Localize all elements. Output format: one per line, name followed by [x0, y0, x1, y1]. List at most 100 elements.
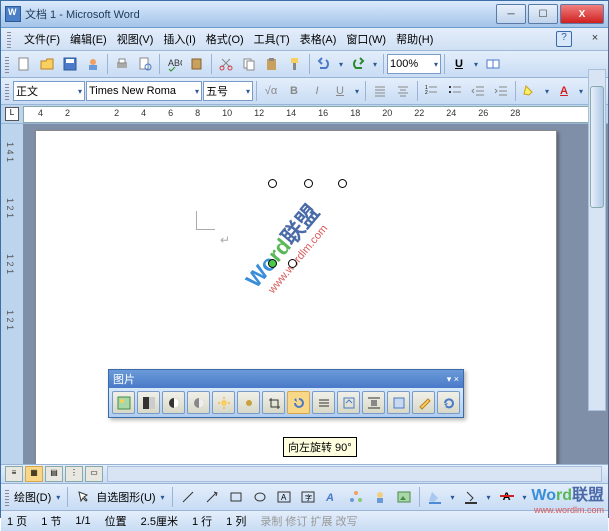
- wordart-button[interactable]: A: [321, 486, 343, 508]
- less-contrast-button[interactable]: [187, 391, 210, 414]
- line-style-button[interactable]: [312, 391, 335, 414]
- minimize-button[interactable]: ─: [496, 4, 526, 24]
- open-button[interactable]: [36, 53, 58, 75]
- grip-icon[interactable]: [7, 30, 11, 48]
- redo-dropdown[interactable]: ▾: [370, 60, 380, 69]
- close-button[interactable]: X: [560, 4, 604, 24]
- save-button[interactable]: [59, 53, 81, 75]
- underline-button[interactable]: U: [329, 80, 351, 102]
- menu-table[interactable]: 表格(A): [300, 31, 337, 47]
- autoshapes-menu[interactable]: 自选图形(U): [96, 489, 155, 505]
- read-mode-button[interactable]: [482, 53, 504, 75]
- bold-button[interactable]: B: [283, 80, 305, 102]
- highlight-button[interactable]: [519, 80, 541, 102]
- less-brightness-button[interactable]: [237, 391, 260, 414]
- menu-view[interactable]: 视图(V): [117, 31, 154, 47]
- vertical-text-box-button[interactable]: 字: [297, 486, 319, 508]
- align-center-button[interactable]: [392, 80, 414, 102]
- grip-icon[interactable]: [5, 488, 9, 506]
- menu-file[interactable]: 文件(F): [24, 31, 60, 47]
- font-color-button[interactable]: A: [553, 80, 575, 102]
- web-layout-view-button[interactable]: ▤: [45, 466, 63, 482]
- research-button[interactable]: [186, 53, 208, 75]
- bullet-list-button[interactable]: [444, 80, 466, 102]
- ruby-button[interactable]: √α: [260, 80, 282, 102]
- grip-icon[interactable]: [5, 55, 9, 73]
- select-objects-button[interactable]: [72, 486, 94, 508]
- menu-tools[interactable]: 工具(T): [254, 31, 290, 47]
- rectangle-tool-button[interactable]: [225, 486, 247, 508]
- fill-color-button[interactable]: [424, 486, 446, 508]
- decrease-indent-button[interactable]: [467, 80, 489, 102]
- doc-close-button[interactable]: ×: [588, 32, 602, 46]
- numbered-list-button[interactable]: 12: [421, 80, 443, 102]
- menu-help[interactable]: 帮助(H): [396, 31, 433, 47]
- format-picture-button[interactable]: [387, 391, 410, 414]
- oval-tool-button[interactable]: [249, 486, 271, 508]
- line-color-button[interactable]: [460, 486, 482, 508]
- italic-button[interactable]: I: [306, 80, 328, 102]
- more-contrast-button[interactable]: [162, 391, 185, 414]
- paste-button[interactable]: [261, 53, 283, 75]
- align-justify-button[interactable]: [369, 80, 391, 102]
- selection-handle[interactable]: [338, 179, 347, 188]
- bold-button[interactable]: U: [448, 53, 470, 75]
- arrow-tool-button[interactable]: [201, 486, 223, 508]
- permission-button[interactable]: [82, 53, 104, 75]
- horizontal-ruler[interactable]: 8642246810121416182022242628: [23, 106, 590, 123]
- tab-selector[interactable]: L: [5, 107, 19, 121]
- grip-icon[interactable]: [5, 82, 9, 100]
- color-button[interactable]: [137, 391, 160, 414]
- picture-toolbar[interactable]: 图片▾ ×: [108, 369, 464, 418]
- undo-dropdown[interactable]: ▾: [336, 60, 346, 69]
- horizontal-scrollbar[interactable]: [107, 466, 602, 482]
- maximize-button[interactable]: ☐: [528, 4, 558, 24]
- print-layout-view-button[interactable]: ▦: [25, 466, 43, 482]
- menu-window[interactable]: 窗口(W): [346, 31, 386, 47]
- format-painter-button[interactable]: [284, 53, 306, 75]
- new-doc-button[interactable]: [13, 53, 35, 75]
- diagram-button[interactable]: [345, 486, 367, 508]
- compress-button[interactable]: [337, 391, 360, 414]
- reset-picture-button[interactable]: [437, 391, 460, 414]
- text-box-button[interactable]: A: [273, 486, 295, 508]
- font-size-combo[interactable]: 五号▾: [203, 81, 253, 101]
- draw-menu[interactable]: 绘图(D): [14, 489, 51, 505]
- crop-button[interactable]: [262, 391, 285, 414]
- selection-handle[interactable]: [268, 179, 277, 188]
- menu-edit[interactable]: 编辑(E): [70, 31, 107, 47]
- insert-image-button[interactable]: [393, 486, 415, 508]
- clipart-button[interactable]: [369, 486, 391, 508]
- selection-handle[interactable]: [304, 179, 313, 188]
- normal-view-button[interactable]: ≡: [5, 466, 23, 482]
- insert-picture-button[interactable]: [112, 391, 135, 414]
- text-wrap-button[interactable]: [362, 391, 385, 414]
- zoom-combo[interactable]: 100%▾: [387, 54, 441, 74]
- menu-insert[interactable]: 插入(I): [163, 31, 195, 47]
- vertical-ruler[interactable]: 1 4 11 2 11 2 11 2 1: [1, 124, 23, 464]
- redo-button[interactable]: [347, 53, 369, 75]
- rotate-left-button[interactable]: [287, 391, 310, 414]
- style-combo[interactable]: 正文▾: [13, 81, 85, 101]
- rotation-handle[interactable]: [268, 259, 277, 268]
- vertical-scrollbar[interactable]: [588, 69, 606, 411]
- reading-view-button[interactable]: ▭: [85, 466, 103, 482]
- spell-check-button[interactable]: ABC: [163, 53, 185, 75]
- outline-view-button[interactable]: ⋮: [65, 466, 83, 482]
- line-tool-button[interactable]: [177, 486, 199, 508]
- selection-handle[interactable]: [288, 259, 297, 268]
- scrollbar-thumb[interactable]: [590, 86, 604, 208]
- font-color-button-2[interactable]: A: [496, 486, 518, 508]
- menu-format[interactable]: 格式(O): [206, 31, 244, 47]
- picture-toolbar-title[interactable]: 图片▾ ×: [109, 370, 463, 388]
- more-brightness-button[interactable]: [212, 391, 235, 414]
- transparent-color-button[interactable]: [412, 391, 435, 414]
- cut-button[interactable]: [215, 53, 237, 75]
- font-combo[interactable]: Times New Roma▾: [86, 81, 202, 101]
- print-button[interactable]: [111, 53, 133, 75]
- help-icon[interactable]: ?: [556, 31, 572, 47]
- copy-button[interactable]: [238, 53, 260, 75]
- undo-button[interactable]: [313, 53, 335, 75]
- increase-indent-button[interactable]: [490, 80, 512, 102]
- print-preview-button[interactable]: [134, 53, 156, 75]
